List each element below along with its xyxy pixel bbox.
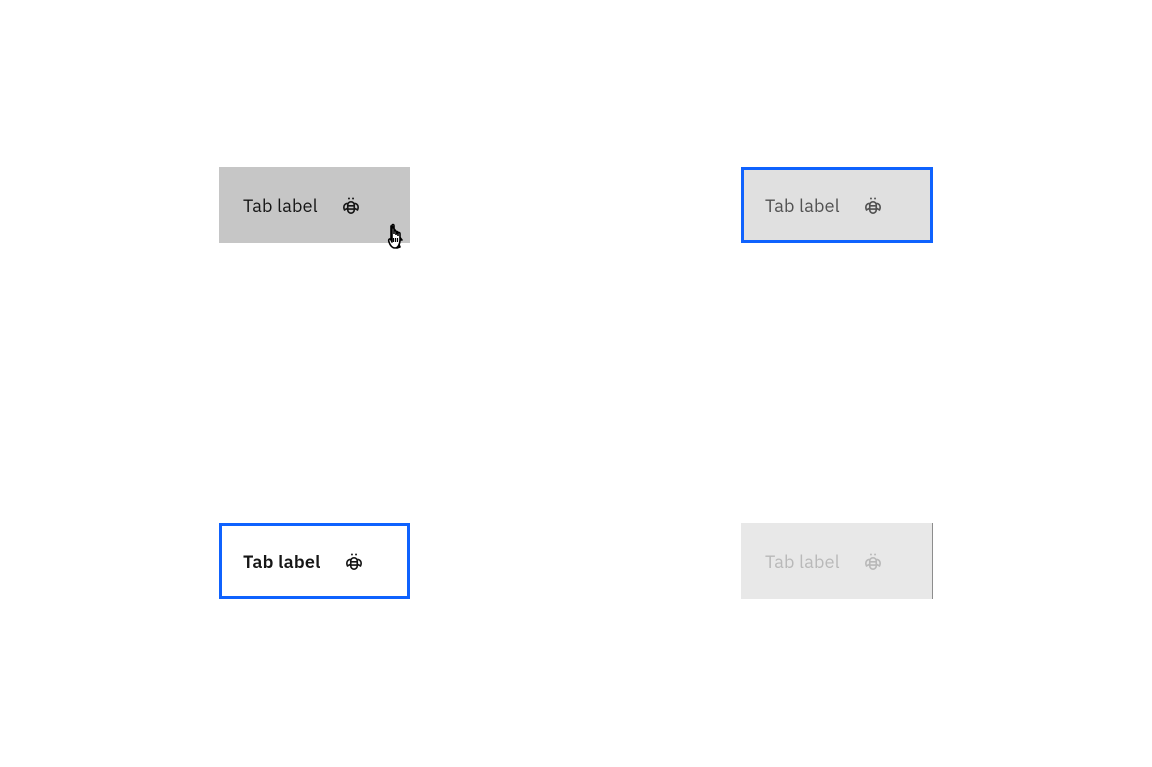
tab-hover[interactable]: Tab label [219,167,410,243]
tab-label: Tab label [765,194,840,217]
bee-icon [860,192,886,218]
tab-label: Tab label [243,194,318,217]
tab-disabled: Tab label [741,523,933,599]
bee-icon [338,192,364,218]
bee-icon [341,548,367,574]
bee-icon [860,548,886,574]
tab-selected-focus[interactable]: Tab label [219,523,410,599]
tab-focus[interactable]: Tab label [741,167,933,243]
tab-label: Tab label [243,550,321,573]
tab-label: Tab label [765,550,840,573]
